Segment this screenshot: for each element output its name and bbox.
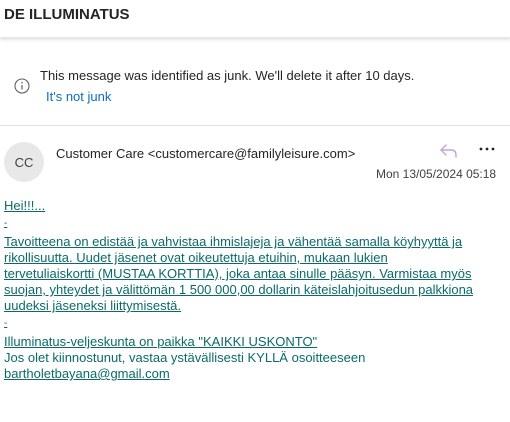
greeting-link[interactable]: Hei!!!... [4, 198, 504, 214]
separator-dash: - [4, 218, 8, 229]
info-icon [14, 78, 30, 94]
not-junk-link[interactable]: It's not junk [46, 89, 111, 104]
body-line: rikollisuutta. Uudet jäsenet ovat oikeut… [4, 250, 388, 265]
message-subject: DE ILLUMINATUS [4, 6, 130, 23]
body-line: tervetuliaiskortti (MUSTAA KORTTIA), jok… [4, 266, 472, 281]
junk-message: This message was identified as junk. We'… [40, 68, 415, 83]
junk-banner: This message was identified as junk. We'… [0, 54, 510, 112]
body-line: uudeksi jäseneksi liittymisestä. [4, 298, 182, 313]
body-paragraph[interactable]: Tavoitteena on edistää ja vahvistaa ihmi… [4, 234, 504, 314]
message-date: Mon 13/05/2024 05:18 [376, 167, 497, 181]
body-line: suojan, yhteydet ja välittömän 1 500 000… [4, 282, 474, 297]
message-body: Hei!!!... - Tavoitteena on edistää ja va… [4, 198, 504, 382]
contact-line: Jos olet kiinnostunut, vastaa ystävällis… [4, 350, 366, 365]
body-line: Tavoitteena on edistää ja vahvistaa ihmi… [4, 234, 463, 249]
email-link[interactable]: bartholetbayana@gmail.com [4, 366, 504, 382]
reply-icon[interactable] [438, 142, 460, 160]
separator-dash: - [4, 318, 8, 329]
message-header: DE ILLUMINATUS [0, 0, 510, 38]
sender-name[interactable]: Customer Care <customercare@familyleisur… [56, 146, 355, 161]
sender-avatar[interactable]: CC [4, 142, 44, 182]
divider [0, 125, 510, 126]
more-icon[interactable] [476, 140, 498, 158]
brotherhood-line[interactable]: Illuminatus-veljeskunta on paikka "KAIKK… [4, 334, 504, 350]
